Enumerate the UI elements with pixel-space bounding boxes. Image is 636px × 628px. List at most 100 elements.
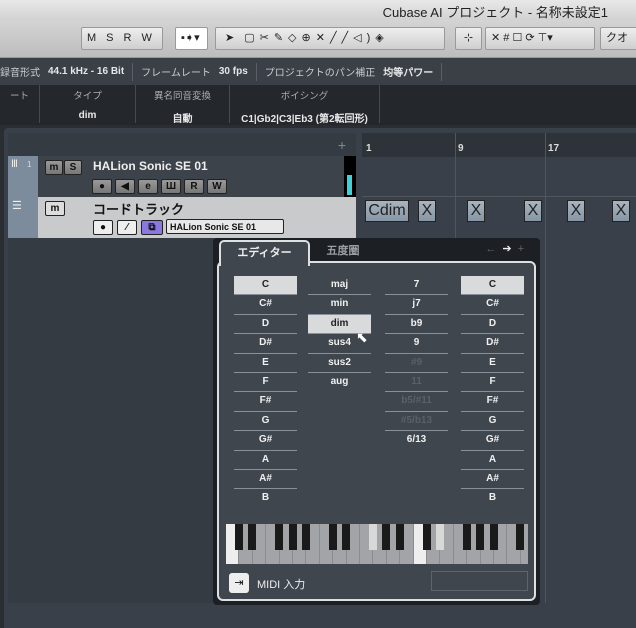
mute-button[interactable]: m <box>45 201 65 216</box>
bass-item[interactable]: G <box>461 412 524 432</box>
bass-item[interactable]: G# <box>461 431 524 451</box>
root-item[interactable]: G <box>234 412 297 432</box>
root-item[interactable]: A <box>234 451 297 470</box>
forward-icon[interactable]: ➔ <box>502 243 517 255</box>
black-key[interactable] <box>342 524 351 550</box>
black-key[interactable] <box>489 524 498 550</box>
black-key[interactable] <box>234 524 243 550</box>
track-name[interactable]: HALion Sonic SE 01 <box>93 159 208 173</box>
tab-editor[interactable]: エディター <box>219 240 310 266</box>
read-button[interactable]: R <box>184 179 204 194</box>
type-field[interactable]: タイプ dim <box>40 85 136 123</box>
follow-button[interactable]: ⧉ <box>141 220 163 235</box>
root-item[interactable]: C# <box>234 295 297 315</box>
tension-item[interactable]: #9 <box>385 354 448 373</box>
chord-event[interactable]: X <box>418 200 436 222</box>
tension-item[interactable]: 11 <box>385 373 448 393</box>
bass-item[interactable]: F# <box>461 392 524 412</box>
black-key[interactable] <box>435 524 444 550</box>
record-enable-button[interactable]: ● <box>93 220 113 235</box>
frame-rate-value[interactable]: 30 fps <box>219 66 248 77</box>
solo-button[interactable]: S <box>64 160 82 175</box>
tension-item[interactable]: j7 <box>385 295 448 315</box>
black-key[interactable] <box>301 524 310 550</box>
black-key[interactable] <box>422 524 431 550</box>
root-item[interactable]: C <box>234 276 297 296</box>
tension-item[interactable]: 6/13 <box>385 431 448 450</box>
track-chord[interactable]: ☰ m コードトラック ● ⁄ ⧉ HALion Sonic SE 01 <box>8 197 356 238</box>
track-halion[interactable]: Ⅲ1 m S HALion Sonic SE 01 ● ◀ e Ш R W <box>8 156 356 197</box>
quantize-button[interactable]: クオ <box>600 27 636 50</box>
chord-event[interactable]: X <box>567 200 585 222</box>
black-key[interactable] <box>368 524 377 550</box>
arrow-icon[interactable]: ➤ <box>220 28 244 49</box>
monitor-button[interactable]: ◀ <box>115 179 135 194</box>
mute-all-button[interactable]: M <box>82 28 101 49</box>
snap-live-button[interactable]: ⊹ <box>455 27 482 50</box>
bass-item[interactable]: C# <box>461 295 524 315</box>
black-key[interactable] <box>516 524 525 550</box>
chord-event[interactable]: X <box>524 200 542 222</box>
type-item[interactable]: aug <box>308 373 371 392</box>
record-enable-button[interactable]: ● <box>92 179 112 194</box>
ruler[interactable]: 1 9 17 <box>362 133 636 157</box>
record-format-value[interactable]: 44.1 kHz - 16 Bit <box>48 66 124 77</box>
tension-item[interactable]: b5/#11 <box>385 392 448 412</box>
root-item[interactable]: E <box>234 354 297 373</box>
bass-item[interactable]: A# <box>461 470 524 490</box>
tension-item[interactable]: 7 <box>385 276 448 296</box>
black-key[interactable] <box>275 524 284 550</box>
root-item[interactable]: B <box>234 489 297 508</box>
snap-group[interactable]: ✕ # ☐ ⟳ ⊤▾ <box>485 27 595 50</box>
add-track-button[interactable]: + <box>338 137 346 153</box>
chord-event[interactable]: X <box>467 200 485 222</box>
track-name[interactable]: コードトラック <box>93 199 184 218</box>
root-item[interactable]: F# <box>234 392 297 412</box>
edit-button[interactable]: e <box>138 179 158 194</box>
instrument-button[interactable]: Ш <box>161 179 181 194</box>
black-key[interactable] <box>382 524 391 550</box>
black-key[interactable] <box>288 524 297 550</box>
type-item[interactable]: min <box>308 295 371 315</box>
read-button[interactable]: R <box>119 28 137 49</box>
tension-item[interactable]: b9 <box>385 315 448 335</box>
bass-item[interactable]: D <box>461 315 524 335</box>
tension-item[interactable]: #5/b13 <box>385 412 448 432</box>
root-item[interactable]: F <box>234 373 297 393</box>
root-item[interactable]: D# <box>234 334 297 354</box>
bass-item[interactable]: F <box>461 373 524 393</box>
type-item[interactable]: sus2 <box>308 354 371 373</box>
black-key[interactable] <box>462 524 471 550</box>
root-item[interactable]: A# <box>234 470 297 490</box>
root-item[interactable]: G# <box>234 431 297 451</box>
tool-group[interactable]: ➤ ▢✂✎◇⊕✕╱╱◁)◈ <box>215 27 445 50</box>
solo-all-button[interactable]: S <box>101 28 118 49</box>
write-button[interactable]: W <box>207 179 227 194</box>
autoscroll-button[interactable]: ▪➧▾ <box>175 27 208 50</box>
bass-item[interactable]: A <box>461 451 524 470</box>
add-icon[interactable]: + <box>518 243 530 255</box>
voicing-field[interactable]: ボイシング C1|Gb2|C3|Eb3 (第2転回形) <box>230 85 380 125</box>
chord-event[interactable]: Cdim <box>365 200 409 222</box>
black-key[interactable] <box>476 524 485 550</box>
enharmonic-field[interactable]: 異名同音変換 自動 <box>136 85 230 125</box>
write-button[interactable]: W <box>136 28 156 49</box>
black-key[interactable] <box>248 524 257 550</box>
instrument-selector[interactable]: HALion Sonic SE 01 <box>166 219 284 234</box>
black-key[interactable] <box>328 524 337 550</box>
black-key[interactable] <box>395 524 404 550</box>
midi-input-button[interactable]: ⇥ <box>229 573 249 593</box>
mute-button[interactable]: m <box>45 160 63 175</box>
tools-icons[interactable]: ▢✂✎◇⊕✕╱╱◁)◈ <box>244 28 389 49</box>
pan-law-value[interactable]: 均等パワー <box>383 64 433 79</box>
auto-voicing-button[interactable]: ⁄ <box>117 220 137 235</box>
root-item[interactable]: D <box>234 315 297 335</box>
piano-keyboard[interactable] <box>226 524 528 564</box>
type-item[interactable]: maj <box>308 276 371 296</box>
bass-item[interactable]: C <box>461 276 524 296</box>
bass-item[interactable]: D# <box>461 334 524 354</box>
tension-item[interactable]: 9 <box>385 334 448 354</box>
chord-event[interactable]: X <box>612 200 630 222</box>
bass-item[interactable]: B <box>461 489 524 508</box>
bass-item[interactable]: E <box>461 354 524 373</box>
